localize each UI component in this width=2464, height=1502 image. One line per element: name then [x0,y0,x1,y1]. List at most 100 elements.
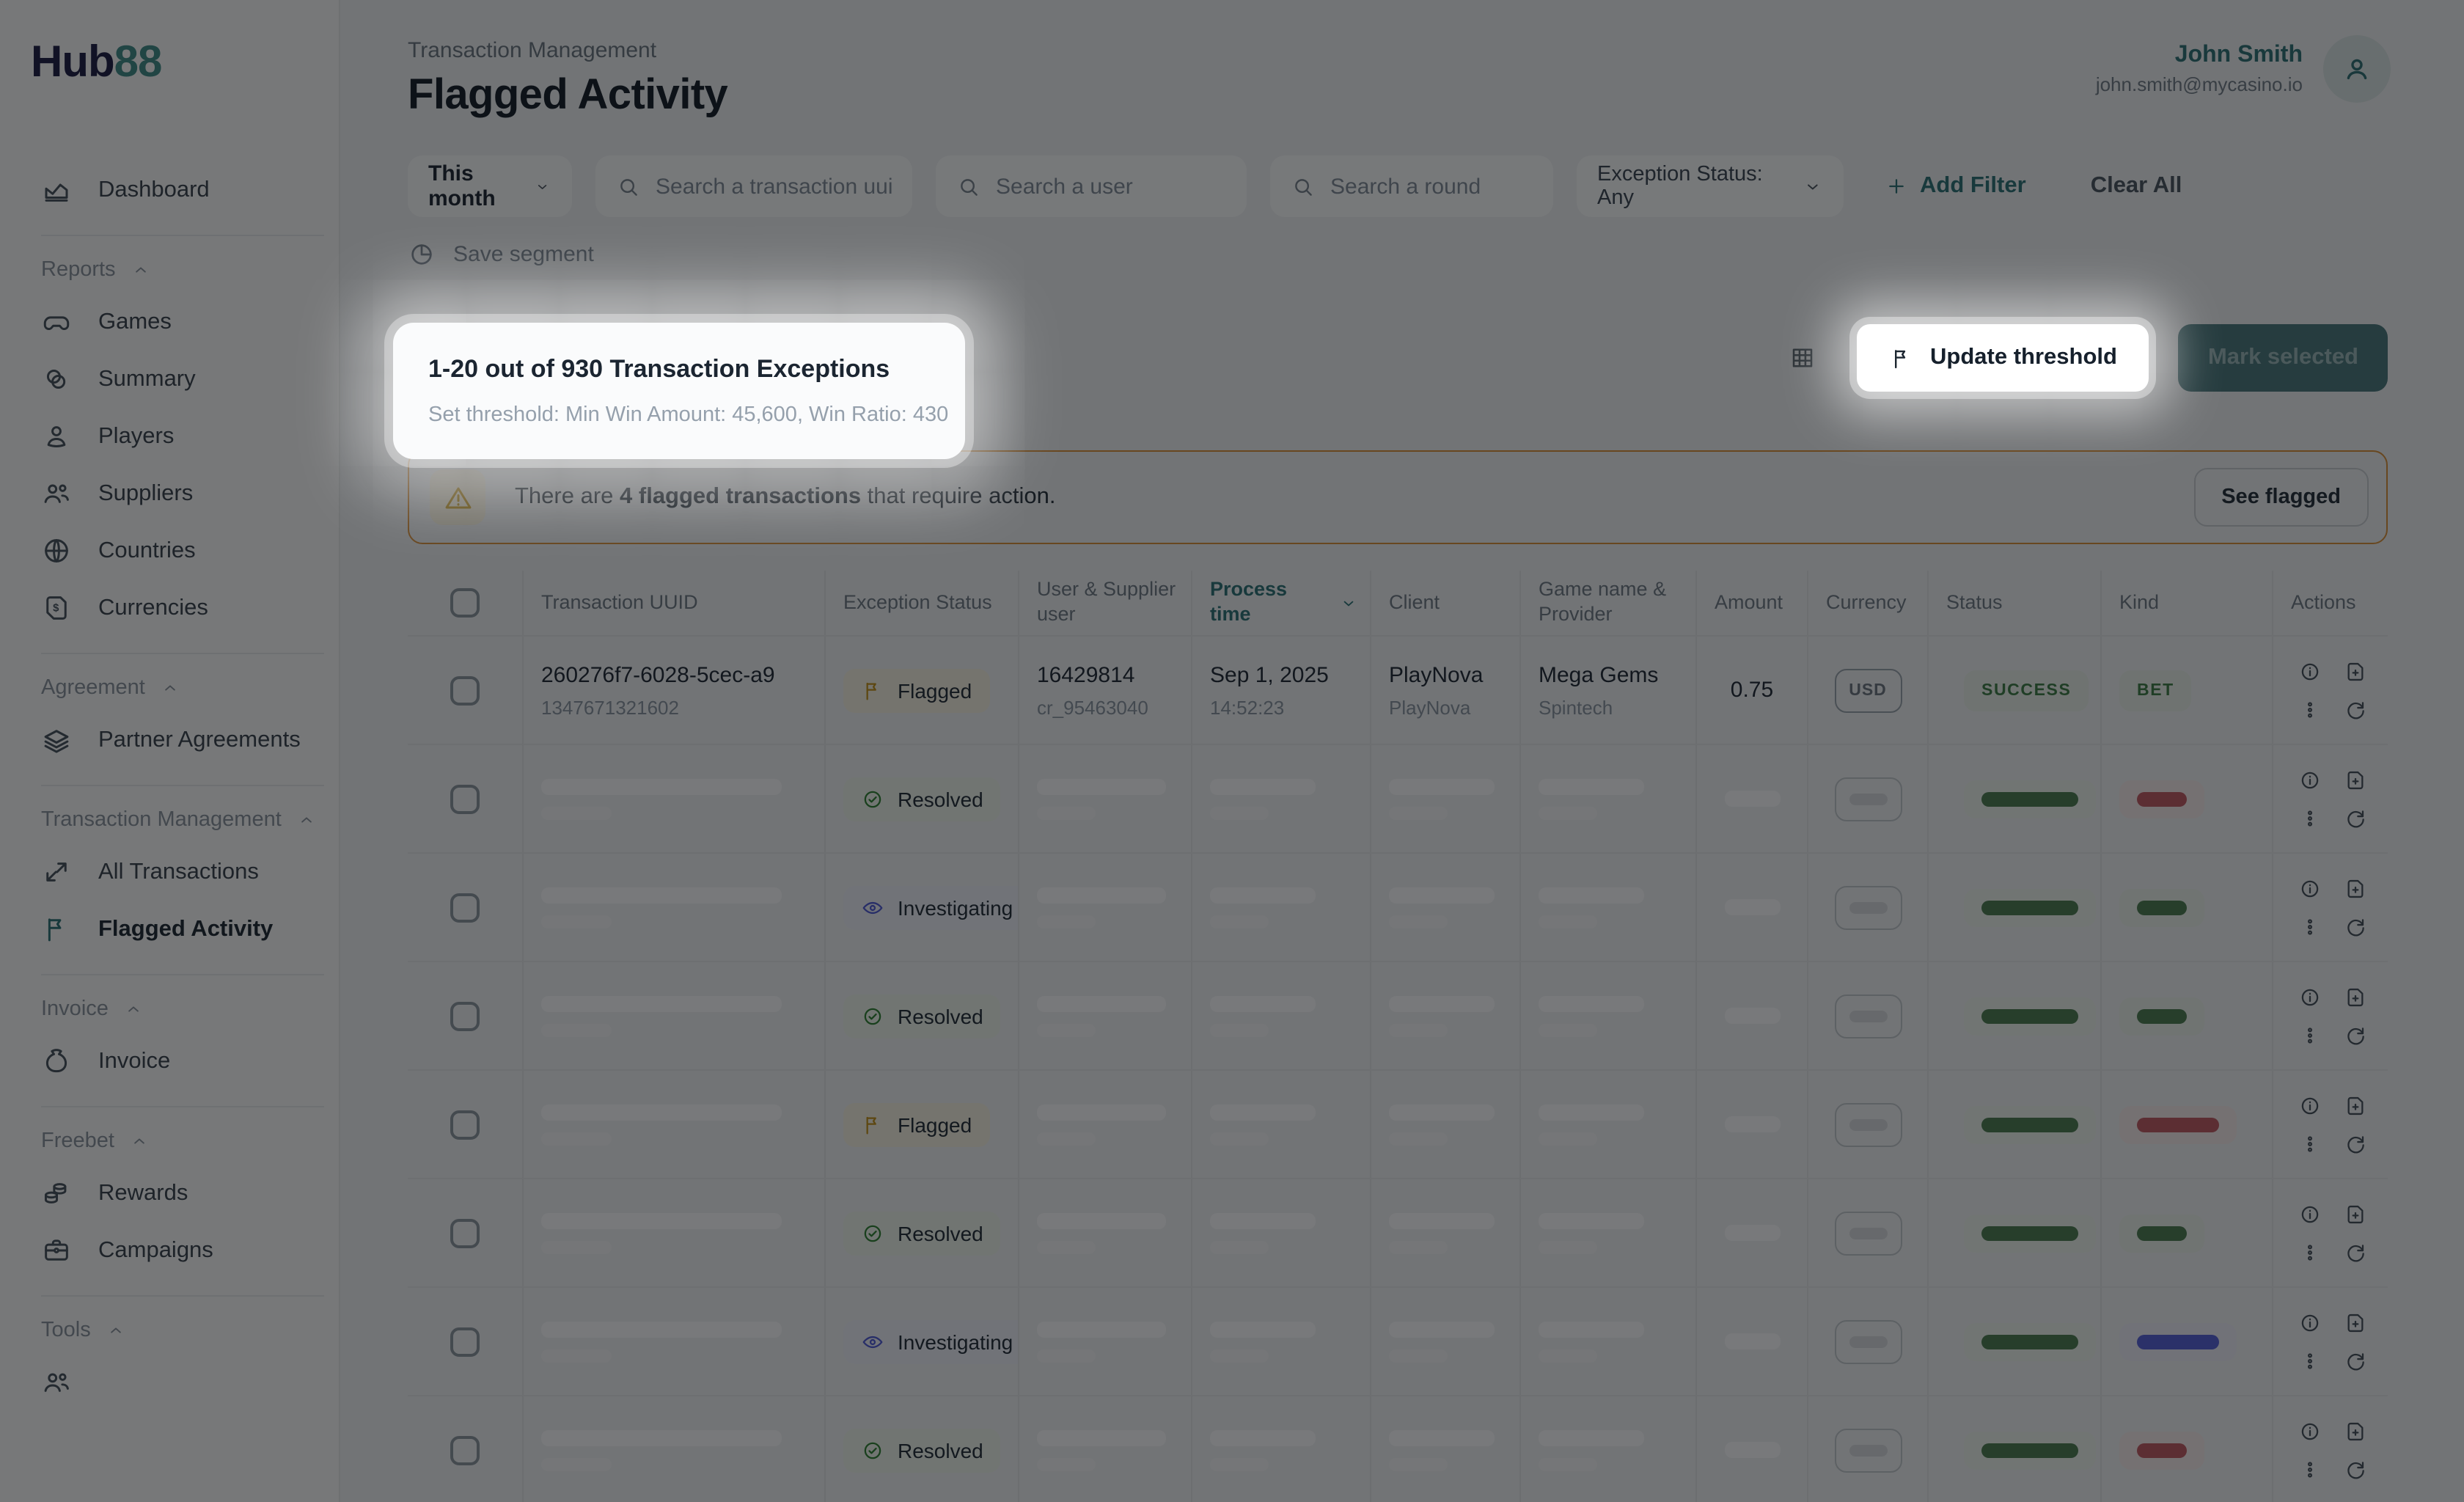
sidebar-item-currencies[interactable]: $Currencies [0,579,339,637]
kind-badge: BET [2119,670,2192,711]
retry-icon[interactable] [2344,1023,2367,1047]
copy-details-icon[interactable] [2344,1311,2367,1334]
info-icon[interactable] [2298,768,2322,791]
status-badge [1964,1322,2096,1360]
sidebar-section-transaction-management[interactable]: Transaction Management [0,796,339,843]
mark-selected-button[interactable]: Mark selected [2179,324,2388,392]
warning-icon [442,482,473,513]
info-icon[interactable] [2298,985,2322,1008]
avatar[interactable] [2323,35,2391,103]
row-checkbox[interactable] [450,675,480,705]
more-actions-icon[interactable] [2298,1240,2322,1264]
more-actions-icon[interactable] [2298,1023,2322,1047]
more-actions-icon[interactable] [2298,1349,2322,1372]
select-all-checkbox[interactable] [450,588,480,618]
more-actions-icon[interactable] [2298,915,2322,938]
retry-icon[interactable] [2344,1240,2367,1264]
retry-icon[interactable] [2344,1132,2367,1155]
info-icon[interactable] [2298,876,2322,900]
skeleton-bar [1037,806,1096,819]
update-threshold-button[interactable]: Update threshold [1857,324,2149,392]
see-flagged-button[interactable]: See flagged [2193,468,2369,527]
row-checkbox[interactable] [450,1435,480,1465]
more-actions-icon[interactable] [2298,806,2322,829]
sidebar-item-all-transactions[interactable]: All Transactions [0,843,339,901]
sidebar-item-rewards[interactable]: Rewards [0,1165,339,1222]
column-header-status: Status [1927,571,2100,635]
skeleton-bar [541,1132,612,1145]
sidebar-section-agreement[interactable]: Agreement [0,664,339,711]
row-checkbox[interactable] [450,1327,480,1356]
sidebar-section-tools[interactable]: Tools [0,1307,339,1354]
search-round-input[interactable] [1330,174,1533,199]
retry-icon[interactable] [2344,697,2367,721]
row-checkbox[interactable] [450,1218,480,1248]
sidebar-section-invoice[interactable]: Invoice [0,986,339,1033]
date-range-dropdown[interactable]: This month [408,155,572,217]
retry-icon[interactable] [2344,806,2367,829]
search-uuid-field [595,155,912,217]
copy-details-icon[interactable] [2344,768,2367,791]
currency-badge: USD [1834,668,1902,712]
retry-icon[interactable] [2344,1457,2367,1481]
skeleton-bar [1849,1227,1887,1239]
column-header-uuid: Transaction UUID [522,571,824,635]
skeleton-bar [1210,995,1316,1011]
copy-details-icon[interactable] [2344,1419,2367,1443]
sidebar-item-invoice[interactable]: Invoice [0,1033,339,1090]
user-menu[interactable]: John Smith john.smith@mycasino.io [2096,35,2391,103]
more-actions-icon[interactable] [2298,697,2322,721]
skeleton-bar [1539,1212,1644,1228]
info-icon[interactable] [2298,1202,2322,1226]
copy-details-icon[interactable] [2344,659,2367,683]
sidebar-item-partial[interactable] [0,1354,339,1411]
info-icon[interactable] [2298,1311,2322,1334]
info-icon[interactable] [2298,1093,2322,1117]
games-icon [41,307,72,337]
skeleton-bar [1389,1212,1495,1228]
info-icon[interactable] [2298,659,2322,683]
clear-all-button[interactable]: Clear All [2091,173,2182,199]
search-uuid-input[interactable] [656,174,892,199]
skeleton-bar [1389,1132,1448,1145]
more-actions-icon[interactable] [2298,1132,2322,1155]
row-checkbox[interactable] [450,784,480,813]
retry-icon[interactable] [2344,915,2367,938]
copy-details-icon[interactable] [2344,876,2367,900]
sidebar-item-partner-agreements[interactable]: Partner Agreements [0,711,339,769]
copy-details-icon[interactable] [2344,1093,2367,1117]
column-header-process-time[interactable]: Process time [1191,571,1370,635]
save-segment-button[interactable]: Save segment [408,241,594,268]
currencies-icon: $ [41,593,72,623]
row-checkbox[interactable] [450,1110,480,1139]
info-icon[interactable] [2298,1419,2322,1443]
row-checkbox[interactable] [450,893,480,922]
sidebar-item-suppliers[interactable]: Suppliers [0,465,339,522]
sidebar-item-campaigns[interactable]: Campaigns [0,1222,339,1279]
sidebar-item-flagged-activity[interactable]: Flagged Activity [0,901,339,958]
sidebar-item-players[interactable]: Players [0,408,339,465]
sidebar-item-countries[interactable]: Countries [0,522,339,579]
column-settings-icon[interactable] [1789,345,1816,371]
transaction-uuid: 260276f7-6028-5cec-a9 [541,662,813,687]
retry-icon[interactable] [2344,1349,2367,1372]
row-checkbox[interactable] [450,1001,480,1030]
campaigns-icon [41,1235,72,1266]
date-range-value: This month [428,161,520,211]
exception-status-dropdown[interactable]: Exception Status: Any [1577,155,1844,217]
sidebar-item-games[interactable]: Games [0,293,339,351]
sidebar-section-freebet[interactable]: Freebet [0,1118,339,1165]
sidebar-item-summary[interactable]: Summary [0,351,339,408]
search-icon [1291,174,1316,199]
copy-details-icon[interactable] [2344,1202,2367,1226]
more-actions-icon[interactable] [2298,1457,2322,1481]
skeleton-bar [1539,887,1644,903]
sidebar-item-dashboard[interactable]: Dashboard [0,161,339,219]
column-header-user: User & Supplier user [1018,571,1191,635]
copy-details-icon[interactable] [2344,985,2367,1008]
sidebar-section-reports[interactable]: Reports [0,246,339,293]
search-user-input[interactable] [996,174,1226,199]
skeleton-bar [1539,1023,1597,1036]
svg-text:$: $ [53,603,59,615]
add-filter-button[interactable]: Add Filter [1885,173,2026,199]
